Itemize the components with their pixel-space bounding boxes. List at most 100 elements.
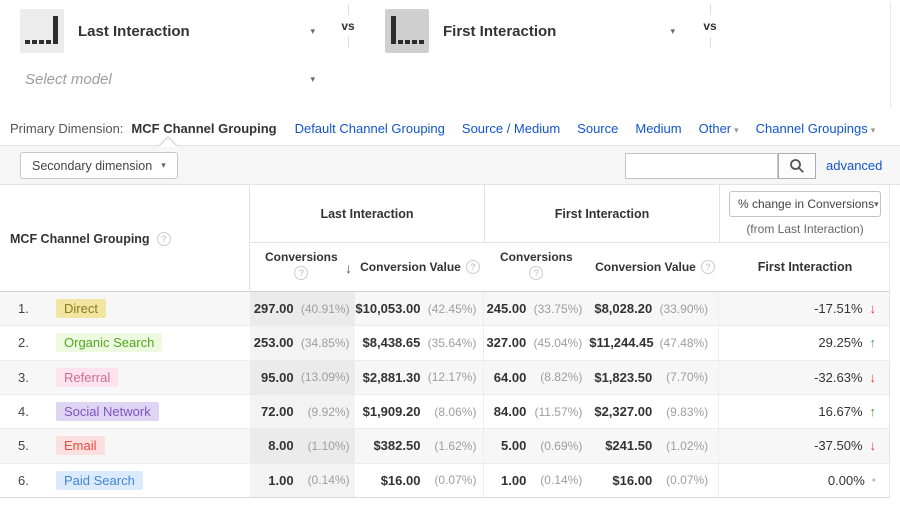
table-row: 3. Referral 95.00 (13.09%) $2,881.30 (12… bbox=[0, 361, 889, 395]
conversion-value-percent: (8.06%) bbox=[420, 405, 476, 419]
conversion-value: $2,327.00 bbox=[594, 404, 652, 419]
table-row: 2. Organic Search 253.00 (34.85%) $8,438… bbox=[0, 326, 889, 360]
column-header-li-conversion-value[interactable]: Conversion Value ? bbox=[355, 243, 485, 291]
conversions-percent: (13.09%) bbox=[294, 370, 350, 384]
conversions-percent: (40.91%) bbox=[294, 302, 350, 316]
li-conversion-value-cell: $16.00 (0.07%) bbox=[355, 464, 485, 497]
dimension-tab-other[interactable]: Other▾ bbox=[699, 121, 739, 136]
conversions-percent: (8.82%) bbox=[526, 370, 582, 384]
percent-change-value: 16.67% bbox=[818, 404, 862, 419]
column-header-fi-conversion-value[interactable]: Conversion Value ? bbox=[590, 243, 720, 291]
help-icon[interactable]: ? bbox=[294, 266, 308, 280]
vs-separator: vs bbox=[698, 4, 722, 48]
mcf-model-comparison-page: Last Interaction ▾ vs First Interaction … bbox=[0, 0, 900, 512]
chevron-down-icon: ▾ bbox=[161, 161, 166, 170]
row-rank: 6. bbox=[18, 473, 40, 488]
fi-conversions-cell: 64.00 (8.82%) bbox=[484, 361, 589, 394]
conversions-percent: (34.85%) bbox=[294, 336, 350, 350]
dimension-tab-channel-groupings[interactable]: Channel Groupings▾ bbox=[756, 121, 876, 136]
fi-conversion-value-cell: $11,244.45 (47.48%) bbox=[589, 326, 719, 359]
conversions-value: 1.00 bbox=[501, 473, 526, 488]
secondary-dimension-label: Secondary dimension bbox=[32, 159, 152, 173]
change-metric-header: % change in Conversions ▾ (from Last Int… bbox=[720, 185, 890, 243]
change-metric-dropdown[interactable]: % change in Conversions ▾ bbox=[729, 191, 881, 217]
percent-change-value: 0.00% bbox=[828, 473, 865, 488]
column-label: Conversions bbox=[500, 250, 573, 264]
conversion-value-percent: (33.90%) bbox=[652, 302, 708, 316]
conversions-value: 327.00 bbox=[486, 335, 526, 350]
conversion-value: $241.50 bbox=[605, 438, 652, 453]
change-metric-note: (from Last Interaction) bbox=[720, 222, 890, 236]
conversions-percent: (0.14%) bbox=[294, 473, 350, 487]
li-conversion-value-cell: $2,881.30 (12.17%) bbox=[355, 361, 485, 394]
percent-change-cell: -37.50% ↓ bbox=[719, 429, 889, 462]
trend-icon: ↑ bbox=[870, 336, 877, 349]
divider bbox=[710, 37, 711, 48]
divider bbox=[348, 4, 349, 15]
conversions-value: 297.00 bbox=[254, 301, 294, 316]
fi-conversions-cell: 327.00 (45.04%) bbox=[484, 326, 589, 359]
conversion-value: $8,438.65 bbox=[363, 335, 421, 350]
divider bbox=[890, 2, 891, 108]
search-input[interactable] bbox=[625, 153, 778, 179]
dimension-tab-medium[interactable]: Medium bbox=[635, 121, 681, 136]
help-icon[interactable]: ? bbox=[701, 260, 715, 274]
conversions-value: 95.00 bbox=[261, 370, 294, 385]
primary-dimension-label: Primary Dimension: bbox=[10, 121, 123, 136]
channel-cell: 5. Email bbox=[0, 429, 250, 462]
conversions-value: 8.00 bbox=[268, 438, 293, 453]
trend-icon: ↑ bbox=[870, 405, 877, 418]
column-header-fi-conversions[interactable]: Conversions ? bbox=[485, 243, 590, 291]
dimension-tab-mcf-channel-grouping[interactable]: MCF Channel Grouping bbox=[131, 121, 276, 136]
table-row: 6. Paid Search 1.00 (0.14%) $16.00 (0.07… bbox=[0, 464, 889, 498]
percent-change-cell: -17.51% ↓ bbox=[719, 292, 889, 325]
conversions-value: 72.00 bbox=[261, 404, 294, 419]
search-button[interactable] bbox=[778, 153, 816, 179]
conversion-value: $1,823.50 bbox=[594, 370, 652, 385]
conversion-value: $382.50 bbox=[373, 438, 420, 453]
help-icon[interactable]: ? bbox=[157, 232, 171, 246]
chevron-down-icon: ▾ bbox=[310, 27, 315, 36]
conversions-percent: (9.92%) bbox=[294, 405, 350, 419]
conversion-value-percent: (35.64%) bbox=[420, 336, 476, 350]
help-icon[interactable]: ? bbox=[529, 266, 543, 280]
dimension-tab-default-channel-grouping[interactable]: Default Channel Grouping bbox=[295, 121, 445, 136]
conversions-percent: (1.10%) bbox=[294, 439, 350, 453]
channel-cell: 1. Direct bbox=[0, 292, 250, 325]
conversions-value: 5.00 bbox=[501, 438, 526, 453]
channel-cell: 4. Social Network bbox=[0, 395, 250, 428]
row-rank: 5. bbox=[18, 438, 40, 453]
trend-icon: ↓ bbox=[870, 439, 877, 452]
trend-icon: ↓ bbox=[870, 302, 877, 315]
column-label: Conversions bbox=[265, 250, 338, 264]
conversions-percent: (0.14%) bbox=[526, 473, 582, 487]
fi-conversion-value-cell: $2,327.00 (9.83%) bbox=[589, 395, 719, 428]
fi-conversions-cell: 245.00 (33.75%) bbox=[484, 292, 589, 325]
model-selector-last-interaction[interactable]: Last Interaction ▾ bbox=[20, 8, 315, 54]
fi-conversions-cell: 1.00 (0.14%) bbox=[484, 464, 589, 497]
column-header-change-first-interaction: First Interaction bbox=[720, 243, 890, 291]
column-header-li-conversions[interactable]: Conversions ? ↓ bbox=[250, 243, 355, 291]
percent-change-cell: 29.25% ↑ bbox=[719, 326, 889, 359]
li-conversion-value-cell: $1,909.20 (8.06%) bbox=[355, 395, 485, 428]
sort-descending-icon[interactable]: ↓ bbox=[345, 260, 352, 276]
column-header-mcf-channel-grouping[interactable]: MCF Channel Grouping ? bbox=[0, 185, 250, 292]
vs-separator: vs bbox=[336, 4, 360, 48]
chevron-down-icon: ▾ bbox=[310, 75, 315, 84]
li-conversions-cell: 1.00 (0.14%) bbox=[250, 464, 355, 497]
select-model-dropdown[interactable]: Select model ▾ bbox=[25, 64, 315, 94]
help-icon[interactable]: ? bbox=[466, 260, 480, 274]
channel-label: Referral bbox=[56, 368, 118, 387]
dimension-tab-source[interactable]: Source bbox=[577, 121, 618, 136]
conversion-value-percent: (7.70%) bbox=[652, 370, 708, 384]
conversions-percent: (0.69%) bbox=[526, 439, 582, 453]
li-conversion-value-cell: $382.50 (1.62%) bbox=[355, 429, 485, 462]
secondary-dimension-button[interactable]: Secondary dimension ▾ bbox=[20, 152, 178, 179]
model-selector-first-interaction[interactable]: First Interaction ▾ bbox=[385, 8, 675, 54]
dimension-tab-source-medium[interactable]: Source / Medium bbox=[462, 121, 560, 136]
table-row: 5. Email 8.00 (1.10%) $382.50 (1.62%) 5.… bbox=[0, 429, 889, 463]
conversion-value-percent: (12.17%) bbox=[420, 370, 476, 384]
first-interaction-model-icon bbox=[385, 9, 429, 53]
advanced-search-link[interactable]: advanced bbox=[826, 158, 882, 173]
conversions-value: 253.00 bbox=[254, 335, 294, 350]
